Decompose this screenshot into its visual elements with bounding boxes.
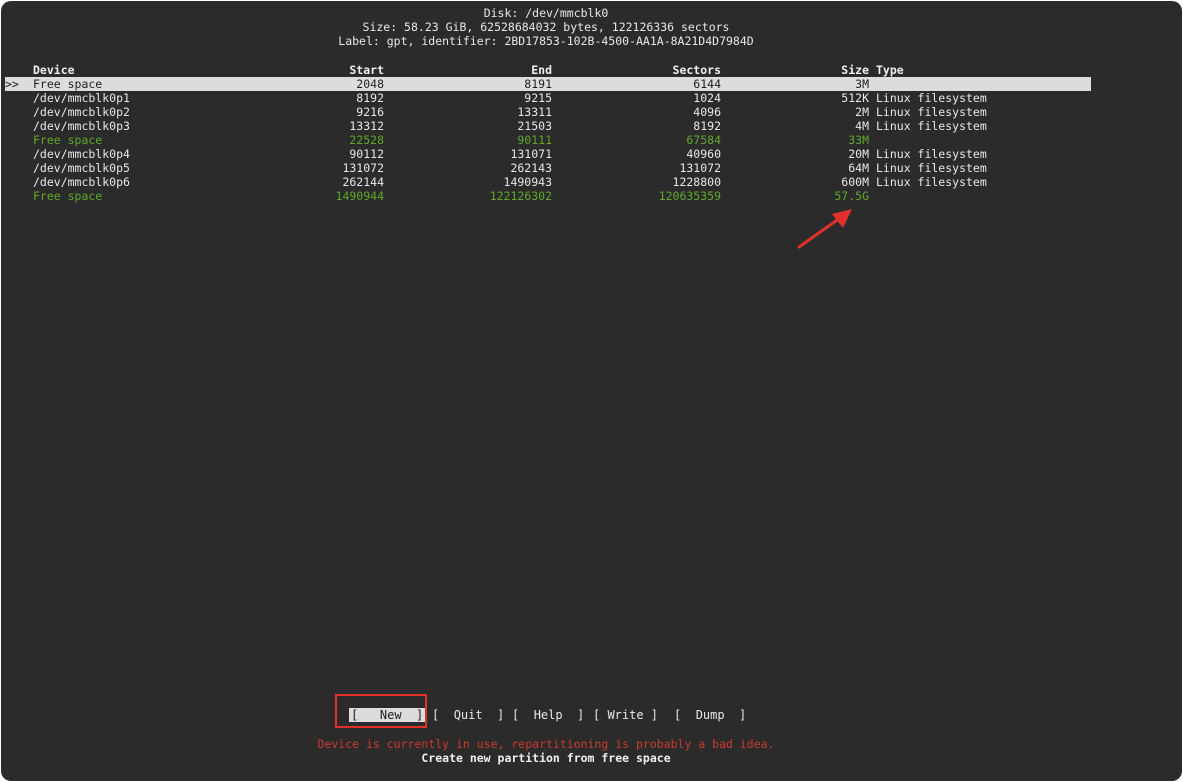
write-button-label: Write bbox=[607, 708, 644, 722]
disk-name: Disk: /dev/mmcblk0 bbox=[483, 6, 609, 20]
row-start: 8192 bbox=[356, 91, 384, 105]
row-type bbox=[876, 133, 1091, 147]
row-size: 64M bbox=[848, 161, 869, 175]
column-end: End bbox=[531, 63, 552, 77]
row-start: 22528 bbox=[349, 133, 384, 147]
new-button-label: New bbox=[379, 708, 402, 722]
row-device: /dev/mmcblk0p3 bbox=[33, 119, 130, 133]
row-size: 2M bbox=[855, 105, 869, 119]
row-type bbox=[876, 189, 1091, 203]
row-size: 600M bbox=[841, 175, 869, 189]
row-start: 262144 bbox=[342, 175, 384, 189]
quit-button-label: Quit bbox=[453, 708, 483, 722]
row-type: Linux filesystem bbox=[876, 175, 987, 189]
row-device: /dev/mmcblk0p2 bbox=[33, 105, 130, 119]
row-sectors: 1024 bbox=[693, 91, 721, 105]
row-size: 20M bbox=[848, 147, 869, 161]
partition-row[interactable]: /dev/mmcblk0p4 90112 131071 40960 20M Li… bbox=[5, 147, 1091, 161]
partition-row-selected[interactable]: >> Free space 2048 8191 6144 3M bbox=[5, 77, 1091, 91]
help-button[interactable]: [ Help ] bbox=[512, 707, 584, 723]
row-device: Free space bbox=[33, 133, 103, 147]
row-sectors: 8192 bbox=[693, 119, 721, 133]
row-sectors: 1228800 bbox=[672, 175, 721, 189]
row-type: Linux filesystem bbox=[876, 119, 987, 133]
row-type: Linux filesystem bbox=[876, 161, 987, 175]
row-sectors: 131072 bbox=[679, 161, 721, 175]
free-space-row[interactable]: Free space 1490944 122126302 120635359 5… bbox=[5, 189, 1091, 203]
row-type: Linux filesystem bbox=[876, 147, 987, 161]
partition-row[interactable]: /dev/mmcblk0p3 13312 21503 8192 4M Linux… bbox=[5, 119, 1091, 133]
table-header: Device Start End Sectors Size Type bbox=[5, 63, 1091, 77]
column-device: Device bbox=[33, 63, 75, 77]
row-end: 90111 bbox=[517, 133, 552, 147]
row-start: 90112 bbox=[349, 147, 384, 161]
partition-row[interactable]: /dev/mmcblk0p1 8192 9215 1024 512K Linux… bbox=[5, 91, 1091, 105]
row-start: 9216 bbox=[356, 105, 384, 119]
disk-label: Label: gpt, identifier: 2BD17853-102B-45… bbox=[338, 34, 754, 48]
row-size: 4M bbox=[855, 119, 869, 133]
column-sectors: Sectors bbox=[672, 63, 721, 77]
row-size: 512K bbox=[841, 91, 869, 105]
action-hint: Create new partition from free space bbox=[421, 751, 671, 765]
free-space-row[interactable]: Free space 22528 90111 67584 33M bbox=[5, 133, 1091, 147]
row-start: 13312 bbox=[349, 119, 384, 133]
row-size: 33M bbox=[848, 133, 869, 147]
row-sectors: 6144 bbox=[693, 77, 721, 91]
dump-button[interactable]: [ Dump ] bbox=[674, 707, 746, 723]
disk-size: Size: 58.23 GiB, 62528684032 bytes, 1221… bbox=[362, 20, 730, 34]
write-button[interactable]: [ Write ] bbox=[593, 707, 658, 723]
row-start: 1490944 bbox=[335, 189, 384, 203]
row-end: 8191 bbox=[524, 77, 552, 91]
row-end: 262143 bbox=[510, 161, 552, 175]
row-sectors: 4096 bbox=[693, 105, 721, 119]
row-type bbox=[876, 77, 1091, 91]
row-end: 122126302 bbox=[489, 189, 552, 203]
row-sectors: 40960 bbox=[686, 147, 721, 161]
action-menu: [ New ] [ Quit ] [ Help ] [ Write ] [ Du… bbox=[1, 707, 1091, 723]
partition-row[interactable]: /dev/mmcblk0p2 9216 13311 4096 2M Linux … bbox=[5, 105, 1091, 119]
cfdisk-terminal: Disk: /dev/mmcblk0 Size: 58.23 GiB, 6252… bbox=[1, 1, 1182, 781]
row-device: /dev/mmcblk0p5 bbox=[33, 161, 130, 175]
partition-row[interactable]: /dev/mmcblk0p6 262144 1490943 1228800 60… bbox=[5, 175, 1091, 189]
row-device: /dev/mmcblk0p6 bbox=[33, 175, 130, 189]
row-end: 9215 bbox=[524, 91, 552, 105]
new-button[interactable]: [ New ] bbox=[349, 707, 426, 723]
row-start: 2048 bbox=[356, 77, 384, 91]
row-start: 131072 bbox=[342, 161, 384, 175]
row-sectors: 67584 bbox=[686, 133, 721, 147]
row-device: /dev/mmcblk0p4 bbox=[33, 147, 130, 161]
quit-button[interactable]: [ Quit ] bbox=[432, 707, 504, 723]
row-end: 131071 bbox=[510, 147, 552, 161]
row-device: Free space bbox=[33, 77, 103, 91]
column-size: Size bbox=[841, 63, 869, 77]
row-end: 1490943 bbox=[503, 175, 552, 189]
row-type: Linux filesystem bbox=[876, 91, 987, 105]
row-device: Free space bbox=[33, 189, 103, 203]
dump-button-label: Dump bbox=[695, 708, 725, 722]
selection-marker: >> bbox=[5, 77, 19, 91]
row-size: 3M bbox=[855, 77, 869, 91]
column-start: Start bbox=[349, 63, 384, 77]
red-arrow-icon bbox=[797, 209, 852, 249]
row-device: /dev/mmcblk0p1 bbox=[33, 91, 130, 105]
partition-row[interactable]: /dev/mmcblk0p5 131072 262143 131072 64M … bbox=[5, 161, 1091, 175]
row-type: Linux filesystem bbox=[876, 105, 987, 119]
help-button-label: Help bbox=[533, 708, 563, 722]
row-sectors: 120635359 bbox=[658, 189, 721, 203]
row-end: 13311 bbox=[517, 105, 552, 119]
in-use-warning: Device is currently in use, repartitioni… bbox=[317, 737, 775, 751]
row-end: 21503 bbox=[517, 119, 552, 133]
column-type: Type bbox=[876, 63, 904, 77]
row-size: 57.5G bbox=[834, 189, 869, 203]
